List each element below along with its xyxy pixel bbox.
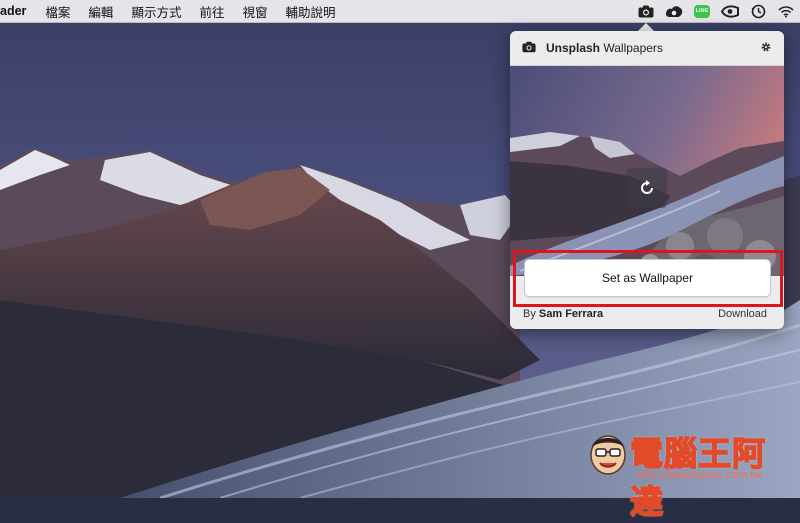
- gear-icon[interactable]: [760, 41, 772, 56]
- menu-file[interactable]: 檔案: [36, 2, 79, 21]
- time-machine-icon[interactable]: [747, 0, 769, 22]
- refresh-button[interactable]: [627, 168, 667, 208]
- set-as-wallpaper-button[interactable]: Set as Wallpaper: [524, 259, 771, 297]
- credit-prefix: By: [523, 308, 539, 320]
- popover-title-rest: Wallpapers: [600, 41, 663, 55]
- refresh-icon: [641, 180, 653, 194]
- menu-help[interactable]: 輔助說明: [276, 2, 344, 21]
- wallpaper-preview: [510, 66, 784, 276]
- menu-edit[interactable]: 編輯: [79, 2, 122, 21]
- popover-header: Unsplash Wallpapers: [510, 31, 784, 66]
- camera-icon[interactable]: [635, 0, 657, 22]
- popover-title-brand: Unsplash: [546, 41, 601, 55]
- author-name[interactable]: Sam Ferrara: [539, 308, 603, 320]
- wifi-icon[interactable]: [775, 0, 797, 22]
- menu-window[interactable]: 視窗: [233, 2, 276, 21]
- popover-title: Unsplash Wallpapers: [546, 41, 663, 55]
- photo-credit: By Sam Ferrara: [523, 308, 603, 320]
- menu-go[interactable]: 前往: [190, 2, 233, 21]
- creative-cloud-icon[interactable]: [663, 0, 685, 22]
- line-icon[interactable]: LINE: [691, 0, 713, 22]
- watermark-url: http://www.kocpc.com.tw: [636, 470, 763, 481]
- camera-icon: [522, 41, 536, 56]
- watermark: 電腦王阿達 http://www.kocpc.com.tw: [588, 425, 793, 521]
- menu-app-name[interactable]: ader: [0, 4, 36, 18]
- nvidia-icon[interactable]: [719, 0, 741, 22]
- download-link[interactable]: Download: [718, 308, 767, 320]
- menu-bar: ader 檔案 編輯 顯示方式 前往 視窗 輔助說明 LINE: [0, 0, 800, 23]
- status-bar-icons: LINE: [632, 0, 800, 22]
- line-label: LINE: [694, 4, 710, 18]
- mascot-icon: [590, 435, 626, 475]
- menu-view[interactable]: 顯示方式: [122, 2, 190, 21]
